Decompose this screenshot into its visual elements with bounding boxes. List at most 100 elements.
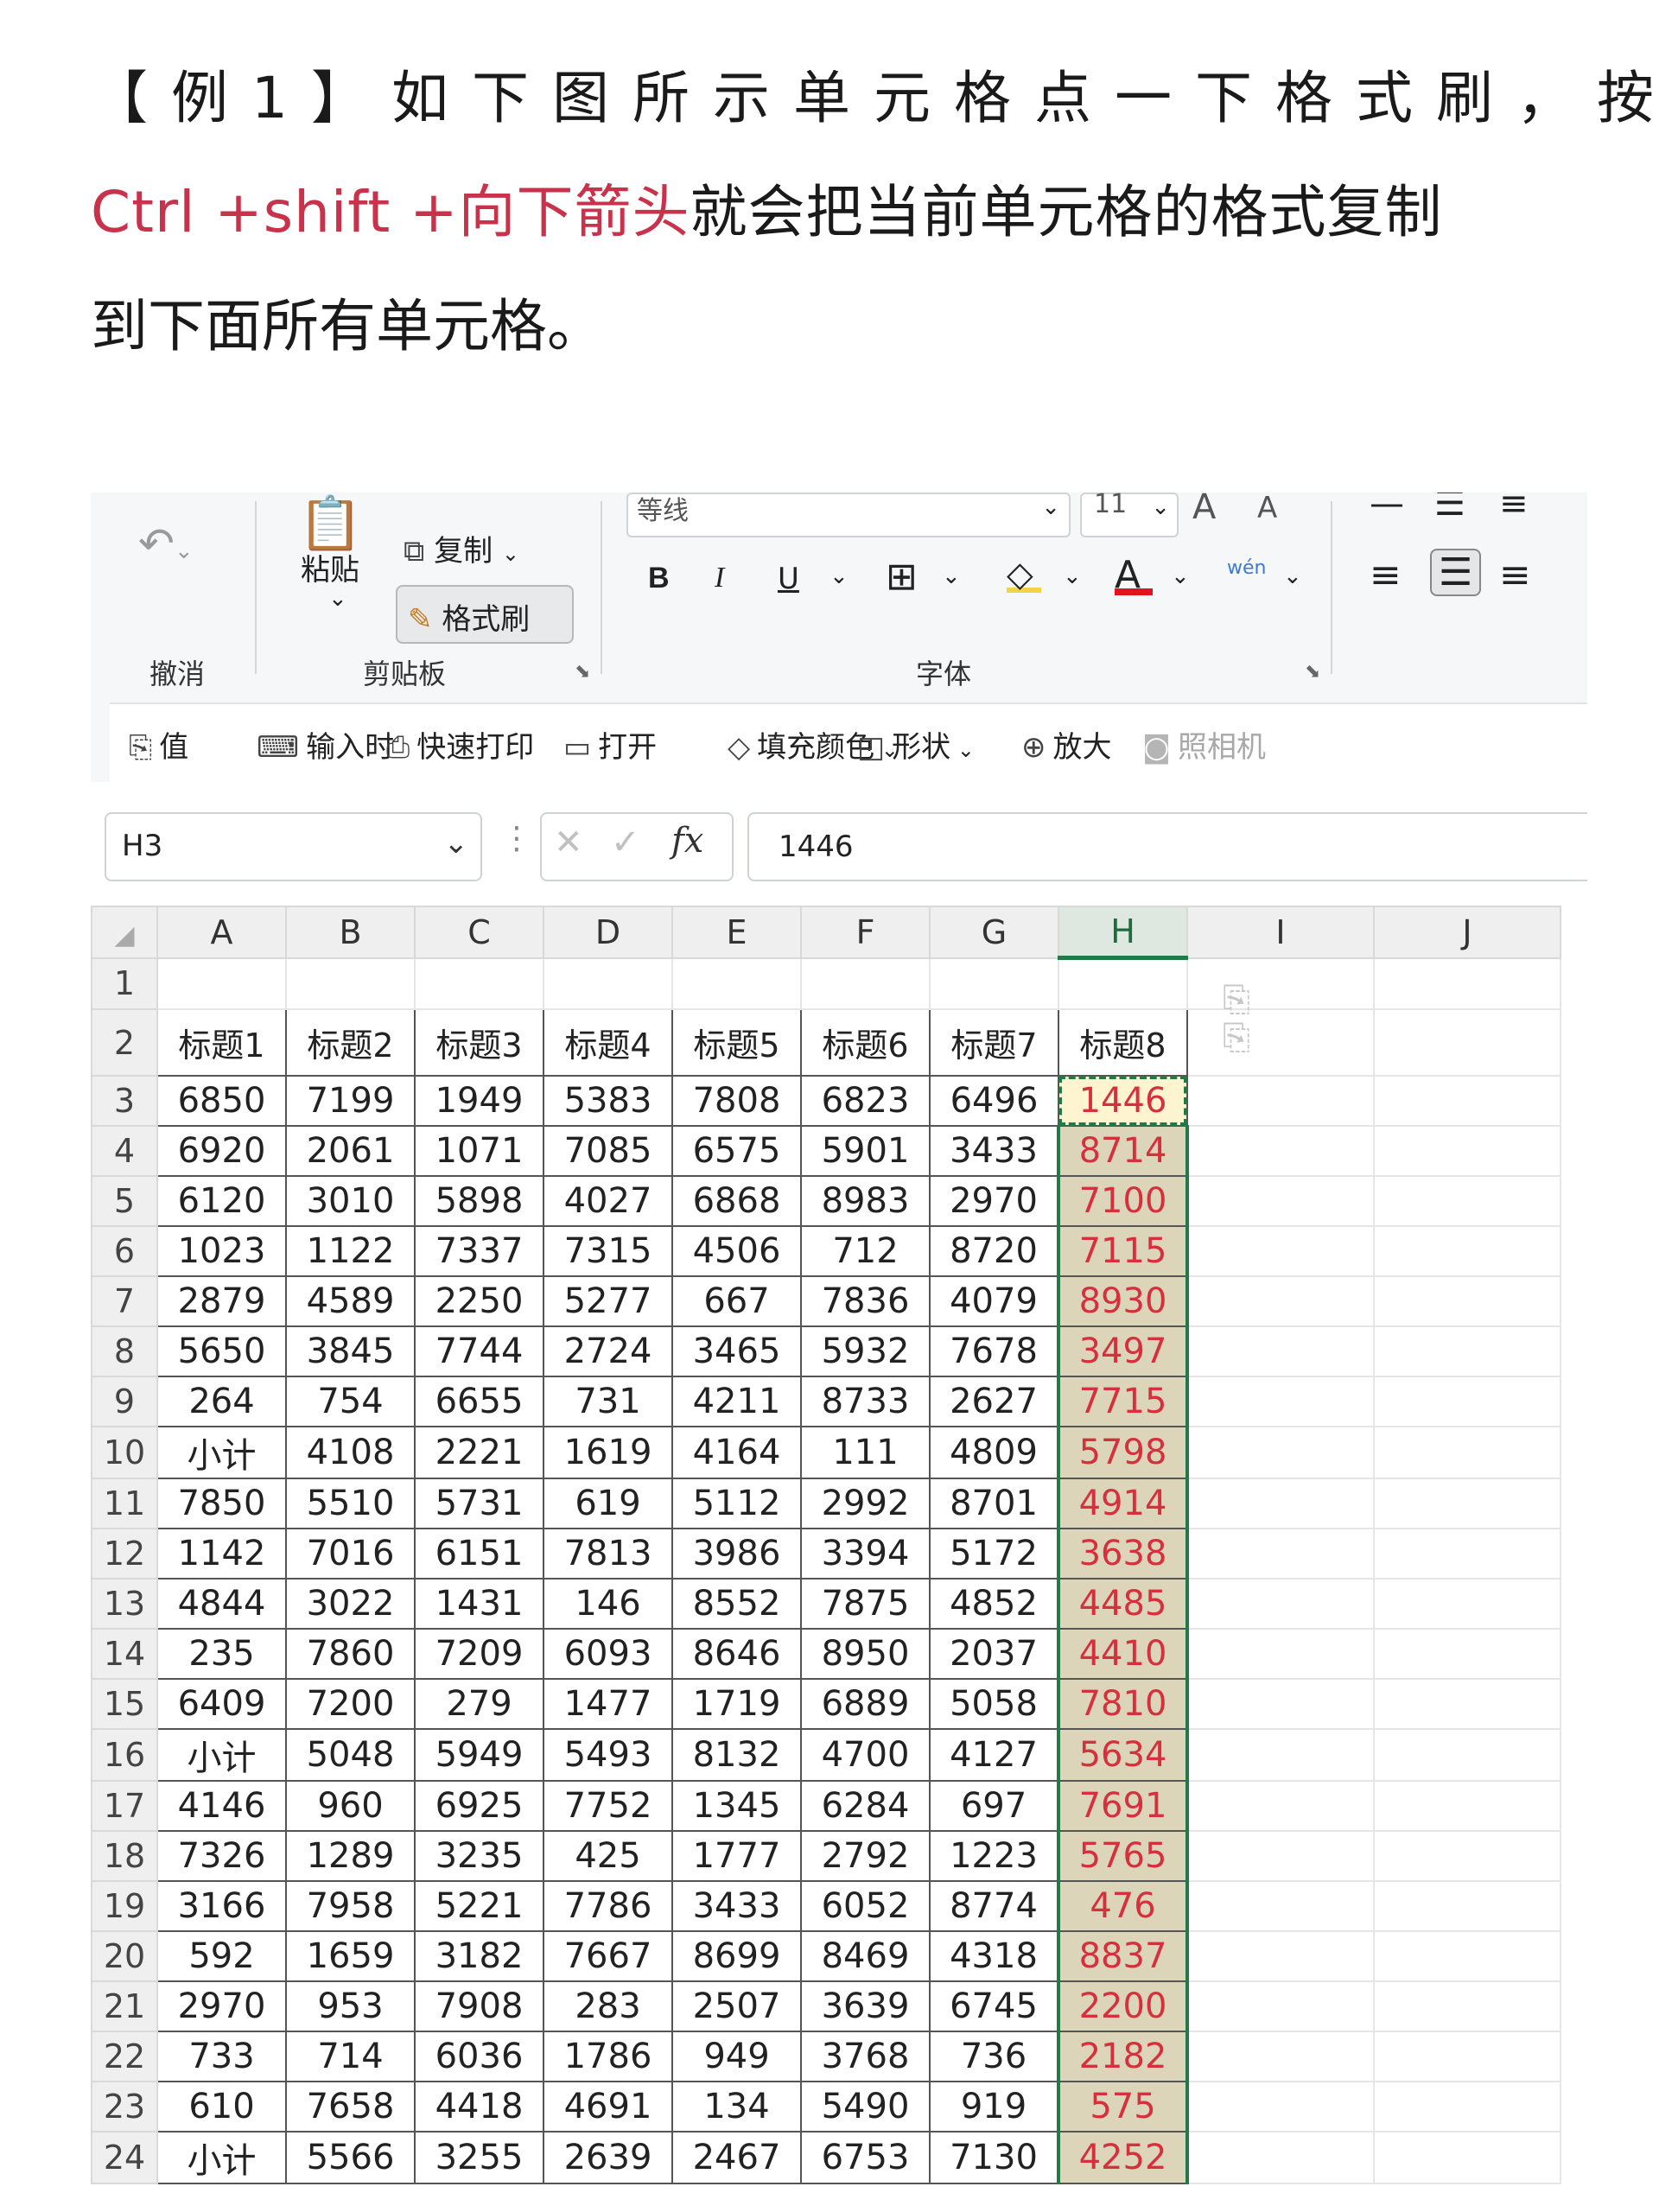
table-cell[interactable]: 3986 [671, 1528, 802, 1580]
empty-cell[interactable] [1373, 1780, 1561, 1832]
table-cell[interactable]: 7715 [1057, 1376, 1189, 1427]
table-cell[interactable]: 919 [929, 2081, 1059, 2133]
toolbar-button-input[interactable]: ⌨ 输入时 [257, 723, 394, 766]
empty-cell[interactable] [1186, 2081, 1375, 2133]
table-cell[interactable]: 8699 [671, 1930, 802, 1982]
empty-cell[interactable] [1373, 957, 1561, 1010]
table-cell[interactable]: 264 [156, 1376, 287, 1427]
empty-cell[interactable] [1373, 1578, 1561, 1630]
phonetic-icon[interactable]: wén [1227, 557, 1266, 579]
toolbar-button-folder-open[interactable]: ▭ 打开 [563, 723, 657, 766]
table-cell[interactable]: 7209 [414, 1628, 544, 1680]
table-cell[interactable]: 731 [543, 1376, 673, 1427]
table-cell[interactable]: 8646 [671, 1628, 802, 1680]
table-cell[interactable]: 1071 [414, 1125, 544, 1177]
table-cell[interactable]: 2182 [1057, 2031, 1189, 2082]
table-cell[interactable]: 7200 [285, 1678, 416, 1730]
empty-cell[interactable] [1186, 1980, 1375, 2032]
underline-button[interactable]: U [778, 562, 799, 596]
table-cell[interactable]: 2627 [929, 1376, 1059, 1427]
empty-cell[interactable] [1186, 1275, 1375, 1327]
header-cell[interactable]: 标题1 [156, 1008, 287, 1077]
insert-function-button[interactable]: fx [671, 821, 703, 861]
table-cell[interactable]: 5765 [1057, 1830, 1189, 1882]
empty-cell[interactable] [1186, 1008, 1375, 1077]
table-cell[interactable]: 6745 [929, 1980, 1059, 2032]
empty-cell[interactable] [1186, 2031, 1375, 2082]
table-cell[interactable]: 6823 [800, 1075, 931, 1127]
table-cell[interactable]: 2507 [671, 1980, 802, 2032]
font-color-icon[interactable]: A [1115, 553, 1153, 597]
shrink-font-icon[interactable]: A [1257, 493, 1277, 525]
empty-cell[interactable] [1186, 1528, 1375, 1580]
table-cell[interactable]: 6409 [156, 1678, 287, 1730]
table-cell[interactable]: 7085 [543, 1125, 673, 1177]
column-header-j[interactable]: J [1373, 906, 1561, 959]
row-header[interactable]: 15 [91, 1678, 158, 1730]
table-cell[interactable]: 5221 [414, 1880, 544, 1932]
toolbar-button-zoom-in[interactable]: ⊕ 放大 [1021, 723, 1112, 766]
empty-cell[interactable] [671, 957, 802, 1010]
table-cell[interactable]: 1777 [671, 1830, 802, 1882]
table-cell[interactable]: 5277 [543, 1275, 673, 1327]
empty-cell[interactable] [1373, 1678, 1561, 1730]
table-cell[interactable]: 697 [929, 1780, 1059, 1832]
table-cell[interactable]: 4252 [1057, 2131, 1189, 2184]
table-cell[interactable]: 1223 [929, 1830, 1059, 1882]
table-cell[interactable]: 1719 [671, 1678, 802, 1730]
table-cell[interactable]: 5383 [543, 1075, 673, 1127]
borders-dropdown-icon[interactable]: ⌄ [942, 563, 961, 589]
table-cell[interactable]: 4691 [543, 2081, 673, 2133]
toolbar-button-quick-print[interactable]: ⎙ 快速打印 [386, 723, 534, 766]
table-cell[interactable]: 2221 [414, 1426, 544, 1479]
table-cell[interactable]: 7958 [285, 1880, 416, 1932]
table-cell[interactable]: 1431 [414, 1578, 544, 1630]
table-cell[interactable]: 5048 [285, 1728, 416, 1782]
table-cell[interactable]: 6920 [156, 1125, 287, 1177]
empty-cell[interactable] [1186, 1325, 1375, 1377]
empty-cell[interactable] [1373, 1930, 1561, 1982]
clipboard-launcher-icon[interactable]: ⬊ [575, 661, 590, 683]
table-cell[interactable]: 5898 [414, 1175, 544, 1227]
table-cell[interactable]: 5493 [543, 1728, 673, 1782]
more-options-icon[interactable]: ⋮ [501, 821, 532, 856]
table-cell[interactable]: 4164 [671, 1426, 802, 1479]
table-cell[interactable]: 3394 [800, 1528, 931, 1580]
table-cell[interactable]: 1289 [285, 1830, 416, 1882]
empty-cell[interactable] [156, 957, 287, 1010]
table-cell[interactable]: 2639 [543, 2131, 673, 2184]
enter-icon[interactable]: ✓ [611, 823, 640, 862]
column-header-i[interactable]: I [1186, 906, 1375, 959]
table-cell[interactable]: 4108 [285, 1426, 416, 1479]
row-header[interactable]: 17 [91, 1780, 158, 1832]
table-cell[interactable]: 5634 [1057, 1728, 1189, 1782]
formula-input[interactable]: 1446 [747, 812, 1587, 881]
empty-cell[interactable] [1186, 1175, 1375, 1227]
table-cell[interactable]: 5058 [929, 1678, 1059, 1730]
table-cell[interactable]: 8714 [1057, 1125, 1189, 1177]
table-cell[interactable]: 2037 [929, 1628, 1059, 1680]
table-cell[interactable]: 1949 [414, 1075, 544, 1127]
table-cell[interactable]: 4852 [929, 1578, 1059, 1630]
table-cell[interactable]: 476 [1057, 1880, 1189, 1932]
table-cell[interactable]: 3166 [156, 1880, 287, 1932]
table-cell[interactable]: 1142 [156, 1528, 287, 1580]
table-cell[interactable]: 7752 [543, 1780, 673, 1832]
table-cell[interactable]: 3433 [929, 1125, 1059, 1177]
row-header[interactable]: 24 [91, 2131, 158, 2184]
table-cell[interactable]: 7100 [1057, 1175, 1189, 1227]
header-cell[interactable]: 标题3 [414, 1008, 544, 1077]
row-header[interactable]: 7 [91, 1275, 158, 1327]
align-bottom-icon[interactable]: ≡ [1499, 493, 1529, 524]
table-cell[interactable]: 6093 [543, 1628, 673, 1680]
table-cell[interactable]: 8733 [800, 1376, 931, 1427]
paste-dropdown-icon[interactable]: ⌄ [328, 586, 347, 612]
table-cell[interactable]: 2992 [800, 1478, 931, 1529]
table-cell[interactable]: 5731 [414, 1478, 544, 1529]
row-header[interactable]: 8 [91, 1325, 158, 1377]
table-cell[interactable]: 4844 [156, 1578, 287, 1630]
empty-cell[interactable] [1373, 1376, 1561, 1427]
table-cell[interactable]: 2467 [671, 2131, 802, 2184]
table-cell[interactable]: 279 [414, 1678, 544, 1730]
table-cell[interactable]: 2970 [929, 1175, 1059, 1227]
